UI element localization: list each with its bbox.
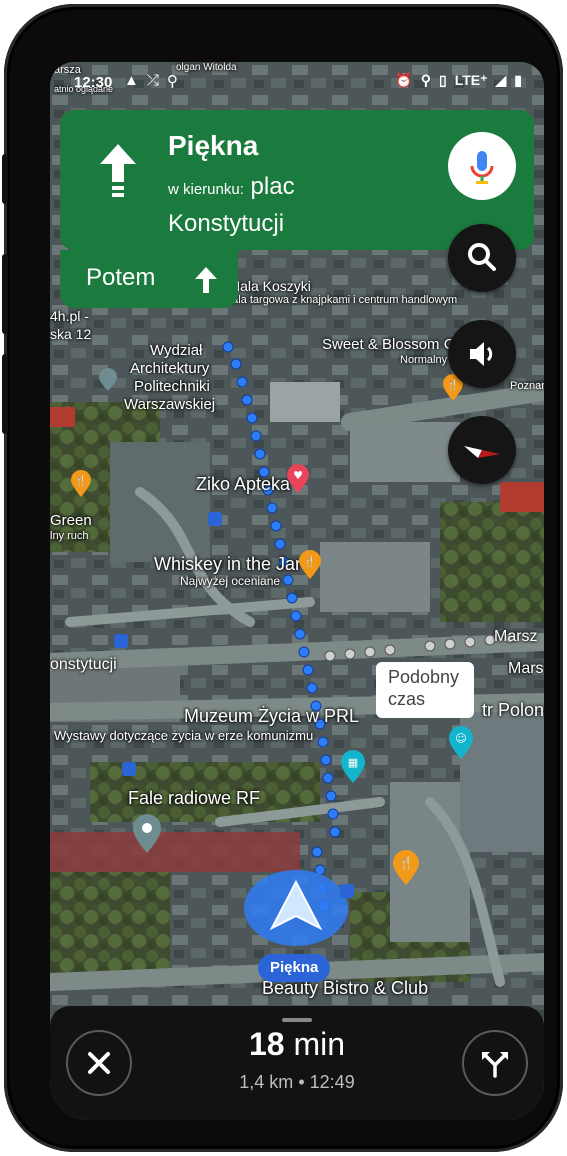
map-label[interactable]: tr Polon — [482, 700, 544, 721]
battery-icon: ▮ — [514, 72, 522, 88]
map-bg-label: olgan Witolda — [176, 62, 237, 73]
next-step-label: Potem — [86, 264, 156, 291]
alarm-icon: ⏰ — [395, 72, 413, 88]
search-button[interactable] — [448, 224, 516, 292]
alt-routes-icon — [482, 1052, 508, 1078]
svg-text:🍴: 🍴 — [399, 856, 414, 870]
compass-icon — [464, 446, 500, 458]
map-label-hala-koszyki[interactable]: Hala Koszyki — [230, 278, 311, 294]
map-label-street: onstytucji — [50, 656, 117, 673]
map-label-muzeum[interactable]: Muzeum Życia w PRL — [184, 706, 359, 727]
straight-arrow-icon — [100, 144, 136, 197]
phone-frame: arsza atnio oglądane olgan Witolda 12:30… — [2, 4, 563, 1152]
location-icon: ⚲ — [420, 72, 431, 88]
svg-text:🍴: 🍴 — [304, 555, 316, 568]
restaurant-pin-icon[interactable]: 🍴 — [70, 470, 92, 498]
map-label-sweet-blossom[interactable]: Sweet & Blossom C — [322, 336, 455, 353]
map-label-ziko[interactable]: Ziko Apteka — [196, 474, 290, 495]
eta-unit: min — [293, 1026, 346, 1062]
up-arrow-icon — [195, 267, 217, 293]
alt-route-tooltip[interactable]: Podobny czas — [376, 662, 474, 718]
status-icons-left: ▲ ⤮ ⚲ — [124, 72, 178, 90]
map-label-desc: lny ruch — [50, 530, 89, 542]
pharmacy-pin-icon[interactable]: ♥ — [286, 464, 310, 494]
map-label-wydzial[interactable]: Politechniki — [134, 378, 210, 395]
trip-distance: 1,4 km — [239, 1072, 294, 1092]
map-label-whiskey[interactable]: Whiskey in the Jar — [154, 554, 301, 575]
alternate-routes-button[interactable] — [462, 1030, 528, 1096]
nav-towards-prefix: w kierunku: — [168, 181, 244, 198]
svg-text:🍴: 🍴 — [75, 474, 87, 487]
bus-stop-icon[interactable] — [208, 512, 222, 526]
svg-text:♥: ♥ — [293, 469, 303, 482]
museum-pin-icon[interactable]: ▦ — [340, 750, 366, 784]
status-time: 12:30 — [74, 74, 113, 91]
trip-separator: • — [298, 1072, 305, 1092]
voice-search-button[interactable] — [448, 132, 516, 200]
nav-towards: w kierunku: plac Konstytucji — [168, 170, 398, 241]
map-label-desc: Wystawy dotyczące życia w erze komunizmu — [54, 728, 314, 743]
mic-icon — [470, 151, 494, 184]
eta-value: 18 — [248, 1026, 285, 1062]
place-pin-icon[interactable] — [132, 814, 162, 854]
navigation-arrow-icon: ▲ — [124, 72, 139, 89]
sheet-handle[interactable] — [282, 1018, 312, 1022]
map-label[interactable]: ska 12 — [50, 326, 91, 342]
bus-stop-icon[interactable] — [122, 762, 136, 776]
map-label-wydzial[interactable]: Warszawskiej — [124, 396, 215, 413]
map-label-wydzial[interactable]: Architektury — [130, 360, 209, 377]
current-street-chip: Piękna — [258, 954, 331, 982]
restaurant-pin-icon[interactable]: 🍴 — [392, 850, 420, 886]
sound-button[interactable] — [448, 320, 516, 388]
school-pin-icon[interactable] — [98, 368, 118, 392]
network-label: LTE⁺ — [454, 72, 488, 88]
next-step-card[interactable]: Potem — [60, 250, 238, 308]
map-label-desc: hala targowa z knajpkami i centrum handl… — [226, 294, 458, 306]
map-label-green[interactable]: Green — [50, 512, 92, 529]
location-pin-icon: ⚲ — [166, 73, 178, 90]
phone-side-button — [2, 254, 8, 334]
screen: arsza atnio oglądane olgan Witolda 12:30… — [50, 62, 544, 1120]
route-icon: ⤮ — [146, 72, 159, 89]
signal-icon: ◢ — [495, 72, 507, 88]
map-label-street: Marsz — [494, 628, 538, 645]
status-bar: arsza atnio oglądane olgan Witolda 12:30… — [50, 62, 544, 102]
map-label-street: Mars — [508, 660, 544, 677]
compass-button[interactable] — [448, 416, 516, 484]
bus-stop-icon[interactable] — [114, 634, 128, 648]
search-icon — [468, 243, 496, 271]
theater-pin-icon[interactable]: ☺ — [448, 726, 474, 760]
map-label-fale[interactable]: Fale radiowe RF — [128, 788, 260, 809]
nav-street-name: Piękna — [168, 130, 259, 161]
status-icons-right: ⏰ ⚲ ▯ LTE⁺ ◢ ▮ — [395, 72, 522, 89]
volume-icon — [470, 342, 493, 366]
phone-side-button — [2, 154, 8, 204]
trip-summary-sheet[interactable]: 18 min 1,4 km • 12:49 — [50, 1006, 544, 1120]
phone-side-button — [2, 354, 8, 434]
map-label-desc: Normalny — [400, 354, 448, 366]
svg-text:▦: ▦ — [348, 756, 358, 769]
restaurant-pin-icon[interactable]: 🍴 — [298, 550, 322, 580]
map-label-wydzial[interactable]: Wydział — [150, 342, 202, 359]
vibrate-icon: ▯ — [438, 72, 447, 88]
map-label-desc: Najwyżej oceniane — [180, 574, 281, 588]
svg-text:☺: ☺ — [455, 732, 466, 745]
map-label[interactable]: 4h.pl - — [50, 308, 89, 324]
trip-arrival: 12:49 — [309, 1072, 355, 1092]
bus-stop-icon[interactable] — [340, 884, 354, 898]
